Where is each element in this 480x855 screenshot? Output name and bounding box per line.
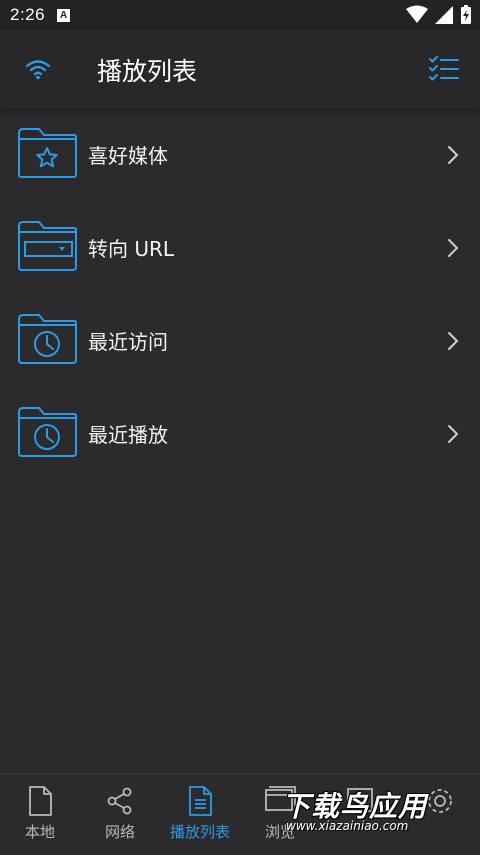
battery-icon xyxy=(461,5,471,24)
nav-item-playlist[interactable]: 播放列表 xyxy=(160,774,240,855)
chevron-right-icon xyxy=(448,331,459,350)
app-bar: 播放列表 xyxy=(0,30,480,108)
file-icon xyxy=(29,786,52,816)
nav-item-network[interactable]: 网络 xyxy=(80,774,160,855)
watermark-url: www.xiazainiao.com xyxy=(286,819,409,833)
nav-label: 本地 xyxy=(24,823,55,841)
nav-label: 网络 xyxy=(104,823,135,841)
chevron-right-icon xyxy=(448,145,459,164)
url-folder-icon xyxy=(18,221,77,271)
clock-folder-icon xyxy=(18,314,77,364)
status-icons xyxy=(406,5,472,25)
status-bar: 2:26 A xyxy=(0,0,480,30)
playlist-list: 喜好媒体 转向 URL 最近访问 最近播放 xyxy=(0,108,480,480)
list-item-label: 转向 URL xyxy=(88,237,175,261)
chevron-right-icon xyxy=(448,424,459,443)
edit-list-button[interactable] xyxy=(428,54,460,84)
wifi-button[interactable] xyxy=(22,54,54,84)
list-item-label: 喜好媒体 xyxy=(88,144,168,168)
checklist-icon xyxy=(429,56,459,81)
clock-folder-icon xyxy=(18,407,77,457)
cell-signal-icon xyxy=(435,6,453,24)
list-item-label: 最近播放 xyxy=(88,423,168,447)
list-item-label: 最近访问 xyxy=(88,330,168,354)
page-title: 播放列表 xyxy=(97,57,198,86)
list-item-recently-visited[interactable]: 最近访问 xyxy=(0,294,480,387)
list-item-recently-played[interactable]: 最近播放 xyxy=(0,387,480,480)
status-time: 2:26 xyxy=(10,5,46,24)
chevron-right-icon xyxy=(448,238,459,257)
share-icon xyxy=(107,787,132,815)
star-folder-icon xyxy=(18,128,77,178)
document-icon xyxy=(189,786,212,816)
a-icon: A xyxy=(57,8,71,22)
watermark: 下载鸟应用 www.xiazainiao.com xyxy=(282,785,472,837)
signal-wifi-icon xyxy=(406,5,428,23)
list-item-favorites[interactable]: 喜好媒体 xyxy=(0,108,480,201)
nav-item-local[interactable]: 本地 xyxy=(0,774,80,855)
wifi-icon xyxy=(25,60,51,80)
nav-label: 播放列表 xyxy=(169,823,230,841)
list-item-redirect-url[interactable]: 转向 URL xyxy=(0,201,480,294)
